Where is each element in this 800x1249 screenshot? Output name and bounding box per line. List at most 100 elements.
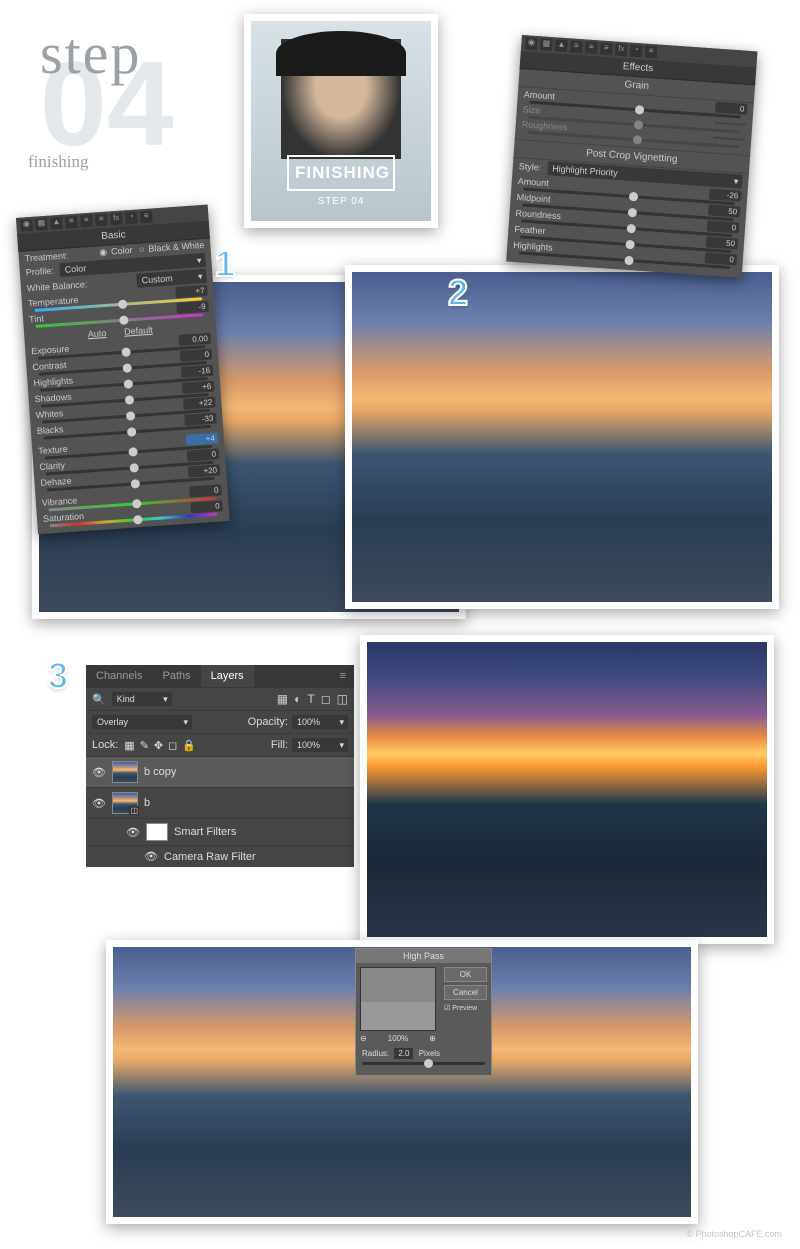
wb-label: White Balance:: [27, 279, 88, 293]
auto-button[interactable]: Auto: [87, 328, 106, 339]
clarity-label: Clarity: [39, 460, 65, 472]
contrast-label: Contrast: [32, 359, 67, 371]
pcv-highlights-value[interactable]: 0: [705, 252, 738, 265]
dehaze-label: Dehaze: [40, 475, 72, 487]
visibility-icon[interactable]: 👁: [126, 826, 140, 839]
preview-label: Preview: [452, 1005, 477, 1012]
zoom-out-icon[interactable]: ⊖: [360, 1034, 367, 1043]
temp-value[interactable]: +7: [175, 285, 208, 298]
treatment-color[interactable]: Color: [111, 245, 133, 256]
lock-brush-icon[interactable]: ✎: [140, 739, 149, 752]
high-pass-preview: [360, 967, 436, 1031]
layer-thumbnail-smart[interactable]: ◫: [112, 792, 138, 814]
exposure-value[interactable]: 0.00: [179, 333, 212, 346]
panel-menu-icon[interactable]: ≡: [332, 665, 354, 687]
layers-panel[interactable]: Channels Paths Layers ≡ 🔍 Kind ▦ ◐ T ◻ ◫…: [86, 665, 354, 867]
default-button[interactable]: Default: [124, 325, 153, 337]
pixels-label: Pixels: [419, 1049, 440, 1058]
pcv-style-label: Style:: [518, 161, 541, 173]
preview-checkbox[interactable]: ☑: [444, 1005, 450, 1012]
filter-smart-icon[interactable]: ◫: [337, 692, 348, 706]
layer-thumbnail[interactable]: [112, 761, 138, 783]
step-badge-3: 3: [48, 655, 68, 697]
texture-label: Texture: [38, 443, 68, 455]
lock-label: Lock:: [92, 739, 118, 751]
whites-value[interactable]: +22: [183, 397, 216, 410]
pcv-feather-label: Feather: [514, 223, 546, 235]
step-subtitle: finishing: [28, 152, 88, 172]
tint-value[interactable]: -9: [176, 301, 209, 314]
sunset-image-3: [360, 635, 774, 944]
zoom-level[interactable]: 100%: [388, 1034, 408, 1043]
highlights-label: Highlights: [33, 375, 73, 388]
pcv-amount-value[interactable]: -26: [709, 188, 742, 201]
camera-raw-effects-panel[interactable]: ◉▦▲≡≡≡fx◔≡ Effects Grain Amount0 Size Ro…: [506, 35, 757, 278]
filter-shape-icon[interactable]: ◻: [321, 692, 331, 706]
opacity-value[interactable]: 100%: [292, 715, 348, 729]
radius-label: Radius:: [362, 1049, 389, 1058]
dehaze-value[interactable]: +20: [188, 464, 221, 477]
pcv-amount-label: Amount: [517, 176, 549, 188]
step-badge-1: 1: [215, 243, 235, 285]
saturation-value[interactable]: 0: [190, 500, 223, 513]
highlights-value[interactable]: -16: [181, 365, 214, 378]
fill-value[interactable]: 100%: [292, 738, 348, 752]
tab-layers[interactable]: Layers: [201, 665, 254, 687]
vibrance-value[interactable]: 0: [189, 484, 222, 497]
layer-name-2[interactable]: b: [144, 797, 150, 809]
tint-label: Tint: [29, 313, 44, 324]
cancel-button[interactable]: Cancel: [444, 985, 487, 1000]
clarity-value[interactable]: 0: [187, 448, 220, 461]
pcv-roundness-value[interactable]: 0: [707, 220, 740, 233]
texture-value[interactable]: +4: [186, 432, 219, 445]
filter-adjust-icon[interactable]: ◐: [294, 692, 301, 706]
profile-label: Profile:: [25, 266, 54, 278]
layer-kind-dropdown[interactable]: Kind: [112, 692, 172, 706]
grain-size-label: Size: [522, 104, 540, 115]
grain-size-value: [714, 122, 746, 126]
visibility-icon[interactable]: 👁: [92, 766, 106, 779]
filter-type-icon[interactable]: T: [307, 692, 314, 706]
radius-value[interactable]: 2.0: [394, 1048, 413, 1059]
camera-raw-basic-panel[interactable]: ◉▦▲≡≡≡fx◔≡ Basic Treatment:◉Color ○Black…: [16, 205, 230, 535]
exposure-label: Exposure: [31, 343, 70, 356]
ok-button[interactable]: OK: [444, 967, 487, 982]
credit-text: © PhotoshopCAFE.com: [686, 1229, 782, 1239]
high-pass-dialog[interactable]: High Pass ⊖ 100% ⊕ OK Cancel ☑ Preview R…: [355, 948, 492, 1076]
layer-name-1[interactable]: b copy: [144, 766, 176, 778]
filter-pixel-icon[interactable]: ▦: [277, 692, 288, 706]
step-badge-2: 2: [448, 272, 468, 314]
shadows-label: Shadows: [34, 391, 72, 404]
layer-row-selected[interactable]: 👁 b copy: [86, 756, 354, 787]
blacks-label: Blacks: [37, 424, 64, 436]
zoom-in-icon[interactable]: ⊕: [429, 1034, 436, 1043]
contrast-value[interactable]: 0: [180, 349, 213, 362]
smart-filter-mask[interactable]: [146, 823, 168, 841]
blacks-value[interactable]: -33: [184, 413, 217, 426]
lock-all-icon[interactable]: 🔒: [182, 739, 196, 752]
blend-mode-dropdown[interactable]: Overlay: [92, 715, 192, 729]
whites-label: Whites: [35, 408, 63, 420]
fill-label: Fill:: [271, 739, 288, 751]
pcv-midpoint-value[interactable]: 50: [708, 204, 741, 217]
radius-slider[interactable]: [362, 1062, 485, 1065]
visibility-icon[interactable]: 👁: [92, 797, 106, 810]
visibility-icon[interactable]: 👁: [144, 850, 158, 863]
shadows-value[interactable]: +6: [182, 381, 215, 394]
pcv-highlights-label: Highlights: [513, 239, 553, 252]
camera-raw-filter-row[interactable]: 👁 Camera Raw Filter: [86, 845, 354, 867]
tab-channels[interactable]: Channels: [86, 665, 152, 687]
high-pass-title: High Pass: [356, 949, 491, 963]
lock-position-icon[interactable]: ✥: [154, 739, 163, 752]
grain-roughness-value: [713, 137, 745, 141]
layer-row[interactable]: 👁 ◫ b: [86, 787, 354, 818]
grain-amount-value[interactable]: 0: [715, 102, 748, 115]
smart-filters-row[interactable]: 👁 Smart Filters: [86, 818, 354, 845]
lock-pixels-icon[interactable]: ▦: [124, 739, 134, 752]
pcv-feather-value[interactable]: 50: [706, 236, 739, 249]
lock-artboard-icon[interactable]: ◻: [168, 739, 177, 752]
camera-raw-filter-label[interactable]: Camera Raw Filter: [164, 851, 256, 863]
pcv-midpoint-label: Midpoint: [516, 192, 551, 204]
grain-amount-label: Amount: [524, 89, 556, 101]
tab-paths[interactable]: Paths: [152, 665, 200, 687]
